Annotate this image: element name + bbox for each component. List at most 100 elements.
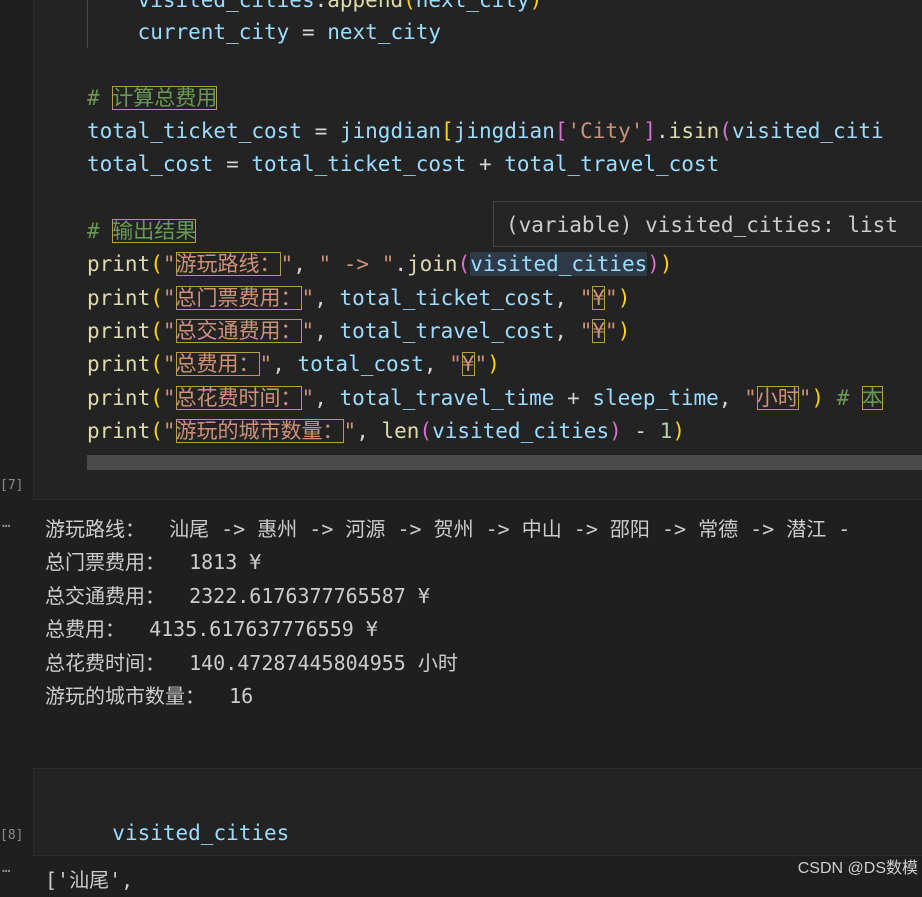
code-line: # 输出结果 <box>87 215 197 248</box>
code-token: print <box>87 386 151 410</box>
code-token: isin <box>668 119 720 143</box>
code-token: ( <box>150 252 163 276</box>
output-line: ['汕尾', <box>45 868 134 892</box>
code-token: 1 <box>659 419 673 443</box>
code-token: 总费用： <box>175 352 260 376</box>
code-token: ( <box>419 419 433 443</box>
hover-tooltip: (variable) visited_cities: list <box>493 201 922 247</box>
code-line: visited_cities.append(next_city) <box>87 0 543 17</box>
code-token: , <box>718 386 745 410</box>
code-token: " <box>301 386 315 410</box>
code-token: join <box>407 252 458 276</box>
code-token: + <box>466 152 505 176</box>
code-token: " <box>605 286 618 310</box>
output-line: 总费用： 4135.617637776559 ¥ <box>45 617 378 642</box>
output-collapse-icon[interactable]: … <box>2 515 10 531</box>
code-token: " <box>798 386 812 410</box>
code-token: = <box>301 119 340 143</box>
code-token: 总交通费用： <box>175 319 302 343</box>
code-token: , <box>272 352 298 376</box>
code-token: jingdian <box>453 119 555 143</box>
code-token: print <box>87 419 151 443</box>
code-token: total_cost <box>297 352 424 376</box>
code-line: print("游玩的城市数量：", len(visited_cities) - … <box>87 415 685 448</box>
watermark: CSDN @DS数模 <box>797 860 918 877</box>
code-token: , <box>554 319 580 343</box>
code-token: print <box>87 319 151 343</box>
code-token: total_travel_cost <box>339 319 555 343</box>
code-line: print("总门票费用：", total_ticket_cost, "¥") <box>87 282 630 315</box>
code-token: + <box>554 386 593 410</box>
code-token: ] <box>643 119 657 143</box>
code-token: " <box>259 352 273 376</box>
code-line: print("总花费时间：", total_travel_time + slee… <box>87 382 883 415</box>
code-token: " <box>605 319 618 343</box>
code-token: ¥ <box>461 352 475 376</box>
code-token: ) <box>647 252 660 276</box>
code-token: 计算总费用 <box>112 86 218 110</box>
execution-count-8: [8] <box>0 828 24 843</box>
code-token: 游玩的城市数量： <box>175 419 344 443</box>
code-line: print("总交通费用：", total_travel_cost, "¥") <box>87 315 630 348</box>
code-token: jingdian <box>339 119 442 143</box>
code-token: = <box>213 152 252 176</box>
code-line: # 计算总费用 <box>87 82 218 115</box>
code-token: ) <box>609 419 622 443</box>
code-token: 本 <box>862 386 883 410</box>
code-line: total_cost = total_ticket_cost + total_t… <box>87 148 719 181</box>
code-token: " <box>162 319 176 343</box>
code-token: visited_cities <box>137 0 315 12</box>
code-token: print <box>87 286 151 310</box>
code-token: ( <box>150 386 163 410</box>
code-token: = <box>289 20 328 44</box>
code-token: " <box>579 319 593 343</box>
code-token: current_city <box>137 20 290 44</box>
code-token: . <box>394 252 407 276</box>
code-token: " <box>343 419 357 443</box>
code-token: # <box>824 386 862 410</box>
code-token: ¥ <box>592 286 606 310</box>
code-token: ) <box>617 319 631 343</box>
code-token: [ <box>554 119 568 143</box>
cell-gutter <box>0 0 33 882</box>
code-token: visited_cities <box>470 252 648 276</box>
code-token: ( <box>457 252 471 276</box>
current-line-highlight <box>87 455 922 470</box>
code-line: current_city = next_city <box>87 16 441 49</box>
code-token: " <box>162 386 176 410</box>
code-token: ( <box>150 286 163 310</box>
code-token: sleep_time <box>592 386 719 410</box>
code-token: " <box>474 352 488 376</box>
code-token: append <box>327 0 404 12</box>
code-token: visited_cities <box>432 419 610 443</box>
code-token: , <box>293 252 319 276</box>
code-token: ¥ <box>592 319 606 343</box>
output-line: 总花费时间： 140.47287445804955 小时 <box>45 650 458 675</box>
output-line: 游玩路线： 汕尾 -> 惠州 -> 河源 -> 贺州 -> 中山 -> 邵阳 -… <box>45 517 851 541</box>
code-token: " <box>162 252 176 276</box>
code-token: 'City' <box>567 119 644 143</box>
code-token: 游玩路线： <box>175 252 281 276</box>
code-token: len <box>381 419 420 443</box>
code-token: total_travel_cost <box>504 152 720 176</box>
execution-count-7: [7] <box>0 478 24 493</box>
code-token: , <box>423 352 450 376</box>
code-token: next_city <box>415 0 530 12</box>
code-token: " <box>301 286 315 310</box>
code-token: next_city <box>327 20 442 44</box>
code-token: ) <box>811 386 825 410</box>
code-token: print <box>87 352 151 376</box>
code-token: . <box>656 119 669 143</box>
code-token: visited_cities <box>112 821 290 845</box>
code-token: # <box>87 219 113 243</box>
code-token: 总门票费用： <box>175 286 302 310</box>
code-token: , <box>356 419 382 443</box>
code-token: " -> " <box>318 252 395 276</box>
output-collapse-icon[interactable]: … <box>2 860 10 876</box>
code-token: , <box>554 286 580 310</box>
code-token: . <box>314 0 328 12</box>
code-token: - <box>621 419 660 443</box>
code-token: ( <box>150 352 163 376</box>
code-token: 小时 <box>756 386 799 410</box>
